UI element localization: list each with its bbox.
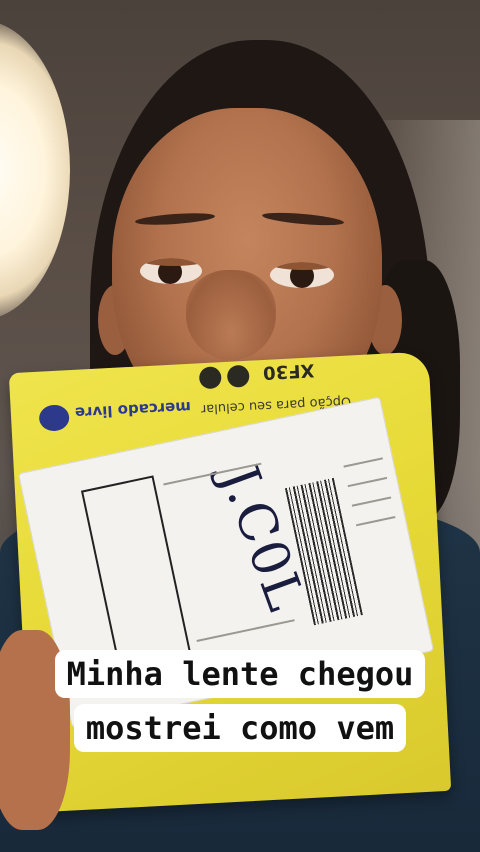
recycle-icon xyxy=(198,366,222,390)
nose xyxy=(186,270,276,360)
label-line xyxy=(343,457,383,468)
right-eye xyxy=(270,262,334,288)
route-box xyxy=(80,475,192,671)
caption-line-1: Minha lente chegou xyxy=(54,650,426,698)
brand-logo-text: mercado livre xyxy=(74,397,192,422)
caption-line-2-wrap: mostrei como vem xyxy=(0,704,480,752)
caption-line-2: mostrei como vem xyxy=(73,704,407,752)
badge-icon xyxy=(226,364,250,388)
package-code: XF30 xyxy=(262,359,315,383)
brand-logo: mercado livre xyxy=(38,397,191,436)
caption-line-1-wrap: Minha lente chegou xyxy=(0,650,480,698)
handshake-icon xyxy=(38,404,70,432)
left-eye xyxy=(140,258,202,284)
label-line xyxy=(355,516,396,527)
label-line xyxy=(347,476,388,488)
photo-scene: mercado livre XF30 Opção para seu celula… xyxy=(0,0,480,852)
label-line xyxy=(351,496,392,507)
label-line xyxy=(196,619,295,642)
